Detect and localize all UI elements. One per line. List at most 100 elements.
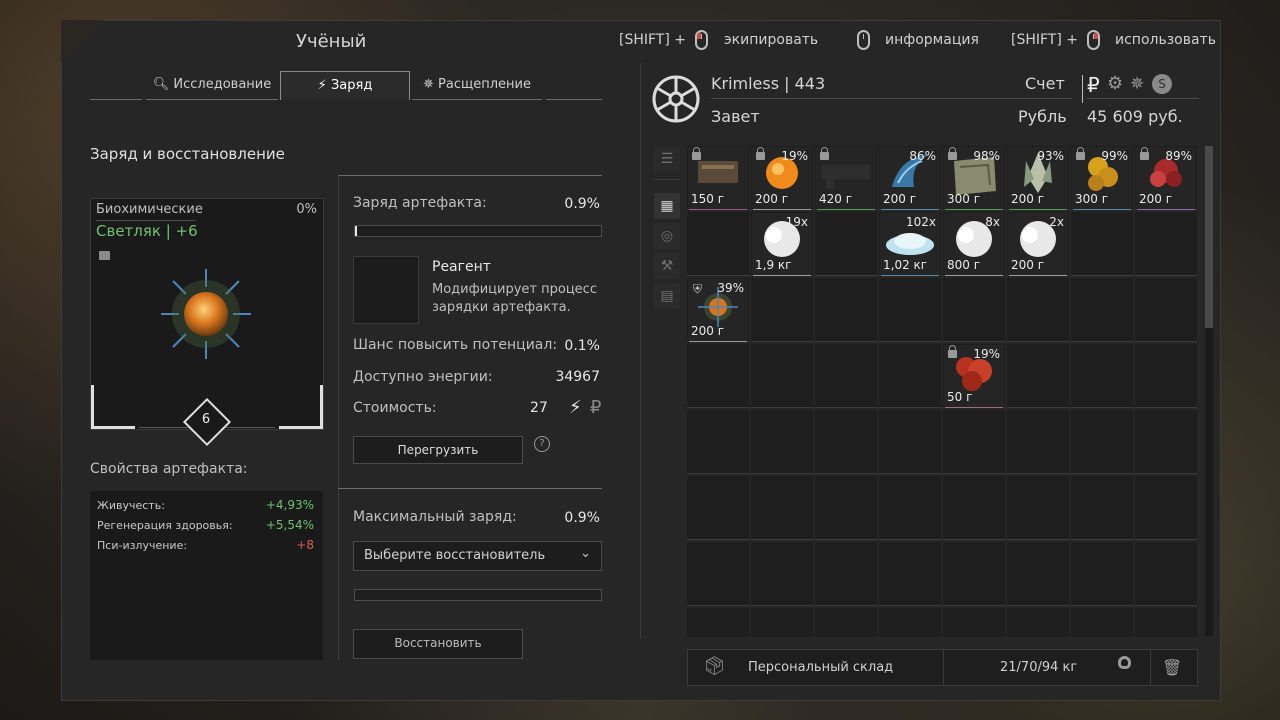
- inventory-cell[interactable]: [687, 344, 749, 408]
- artifact-charge-value: 0.9%: [564, 196, 600, 212]
- inventory-cell[interactable]: [1135, 410, 1197, 474]
- energy-value: 34967: [555, 369, 600, 385]
- inventory-item-white-cloud[interactable]: 8x 800 г: [944, 213, 1004, 276]
- inventory-cell[interactable]: [943, 410, 1005, 474]
- inventory-item-firefly[interactable]: ⛨ 39% 200 г: [688, 279, 748, 342]
- inventory-cell[interactable]: [815, 212, 877, 276]
- artifact-slot[interactable]: Биохимические 0% Светляк | +6 6: [90, 198, 324, 447]
- inventory-cell[interactable]: [1135, 476, 1197, 540]
- inventory-cell[interactable]: [1071, 278, 1133, 342]
- inventory-item-orange-orb[interactable]: 19% 200 г: [752, 147, 812, 210]
- hint-shift-2: [SHIFT] +: [1011, 32, 1079, 48]
- inventory-cell[interactable]: [1135, 212, 1197, 276]
- tab-split[interactable]: ✵ Расщепление: [412, 71, 542, 100]
- artifact-filter-icon[interactable]: ◎: [654, 223, 680, 249]
- inventory-cell[interactable]: [1007, 542, 1069, 606]
- inventory-cell[interactable]: [815, 476, 877, 540]
- inventory-cell[interactable]: [1135, 278, 1197, 342]
- inventory-cell[interactable]: [1135, 344, 1197, 408]
- inventory-cell[interactable]: [943, 278, 1005, 342]
- inventory-cell[interactable]: [687, 212, 749, 276]
- inventory-cell[interactable]: [687, 410, 749, 474]
- inventory-cell[interactable]: [815, 608, 877, 637]
- item-quality-line: [1009, 275, 1067, 276]
- inventory-item-crate[interactable]: 150 г: [688, 147, 748, 210]
- inventory-cell[interactable]: [879, 476, 941, 540]
- tab-research[interactable]: 🔍︎ Исследование: [146, 71, 278, 100]
- inventory-item-map[interactable]: 98% 300 г: [944, 147, 1004, 210]
- divider-middle: [338, 176, 339, 660]
- inventory-cell[interactable]: [943, 608, 1005, 637]
- inventory-item-white-cloud[interactable]: 2x 200 г: [1008, 213, 1068, 276]
- inventory-cell[interactable]: [943, 476, 1005, 540]
- inventory-cell[interactable]: [1007, 278, 1069, 342]
- artifact-level: 6: [201, 412, 211, 427]
- inventory-cell[interactable]: [1071, 476, 1133, 540]
- inventory-cell[interactable]: [1071, 212, 1133, 276]
- tab-spacer-left: [90, 71, 142, 100]
- grid-view-icon[interactable]: ▦: [654, 193, 680, 219]
- inventory-cell[interactable]: [1007, 608, 1069, 637]
- inventory-cell[interactable]: [1135, 608, 1197, 637]
- inventory-cell[interactable]: [1071, 344, 1133, 408]
- list-view-icon[interactable]: ☰: [654, 146, 680, 172]
- inventory-item-red-coral[interactable]: 19% 50 г: [944, 345, 1004, 408]
- inventory-cell[interactable]: [1135, 542, 1197, 606]
- inventory-cell[interactable]: [751, 344, 813, 408]
- inventory-cell[interactable]: [1071, 608, 1133, 637]
- inventory-cell[interactable]: [751, 608, 813, 637]
- inventory-item-blue-claw[interactable]: 86% 200 г: [880, 147, 940, 210]
- inventory-cell[interactable]: [879, 278, 941, 342]
- inventory-cell[interactable]: [815, 344, 877, 408]
- inventory-item-gun-part[interactable]: 420 г: [816, 147, 876, 210]
- gear-currency-icon[interactable]: ⚙: [1107, 73, 1123, 94]
- inventory-cell[interactable]: [1071, 410, 1133, 474]
- tab-charge[interactable]: ⚡︎ Заряд: [280, 71, 410, 100]
- coin-icon[interactable]: S: [1152, 74, 1172, 94]
- inventory-cell[interactable]: [751, 542, 813, 606]
- reagent-slot[interactable]: [353, 256, 419, 324]
- inventory-item-crystal[interactable]: 93% 200 г: [1008, 147, 1068, 210]
- inventory-cell[interactable]: [1007, 410, 1069, 474]
- inventory-cell[interactable]: [879, 410, 941, 474]
- inventory-cell[interactable]: [879, 542, 941, 606]
- inventory-cell[interactable]: [687, 476, 749, 540]
- inventory-cell[interactable]: [687, 608, 749, 637]
- ruble-icon[interactable]: ₽: [1087, 73, 1100, 97]
- inventory-cell[interactable]: [815, 410, 877, 474]
- divider-main: [640, 63, 641, 638]
- inventory-cell[interactable]: [879, 608, 941, 637]
- inventory-cell[interactable]: [751, 410, 813, 474]
- inventory-scrollbar[interactable]: [1205, 146, 1213, 636]
- item-quality-line: [945, 209, 1003, 210]
- inventory-cell[interactable]: [751, 278, 813, 342]
- item-weight: 800 г: [947, 258, 981, 272]
- inventory-cell[interactable]: [879, 344, 941, 408]
- inventory-cell[interactable]: [943, 542, 1005, 606]
- item-quality-line: [945, 275, 1003, 276]
- artifact-name: Светляк | +6: [96, 222, 198, 240]
- inventory-cell[interactable]: [1007, 476, 1069, 540]
- inventory-cell[interactable]: [751, 476, 813, 540]
- restorer-select[interactable]: Выберите восстановитель ⌄: [353, 541, 602, 571]
- cost-label: Стоимость:: [353, 400, 437, 416]
- restore-button[interactable]: Восстановить: [353, 629, 523, 659]
- inventory-item-white-pile[interactable]: 102x 1,02 кг: [880, 213, 940, 276]
- overload-button[interactable]: Перегрузить: [353, 436, 523, 464]
- split-currency-icon[interactable]: ✵: [1130, 74, 1144, 94]
- inventory-item-red-flower[interactable]: 89% 200 г: [1136, 147, 1196, 210]
- tools-filter-icon[interactable]: ⚒︎: [654, 253, 680, 279]
- storage-label[interactable]: Персональный склад: [748, 660, 893, 675]
- inventory-cell[interactable]: [1007, 344, 1069, 408]
- inventory-item-yellow-coral[interactable]: 99% 300 г: [1072, 147, 1132, 210]
- inventory-item-white-cloud[interactable]: 19x 1,9 кг: [752, 213, 812, 276]
- inventory-cell[interactable]: [687, 542, 749, 606]
- inventory-grid[interactable]: 150 г 19% 200 г 420 г 86% 200 г 98% 300 г 93% 200…: [687, 146, 1199, 637]
- inventory-cell[interactable]: [815, 542, 877, 606]
- box-filter-icon[interactable]: ▤: [654, 283, 680, 309]
- scrollbar-thumb[interactable]: [1205, 146, 1213, 328]
- inventory-cell[interactable]: [815, 278, 877, 342]
- help-icon[interactable]: ?: [534, 436, 550, 452]
- trash-icon[interactable]: 🗑︎: [1162, 658, 1182, 677]
- inventory-cell[interactable]: [1071, 542, 1133, 606]
